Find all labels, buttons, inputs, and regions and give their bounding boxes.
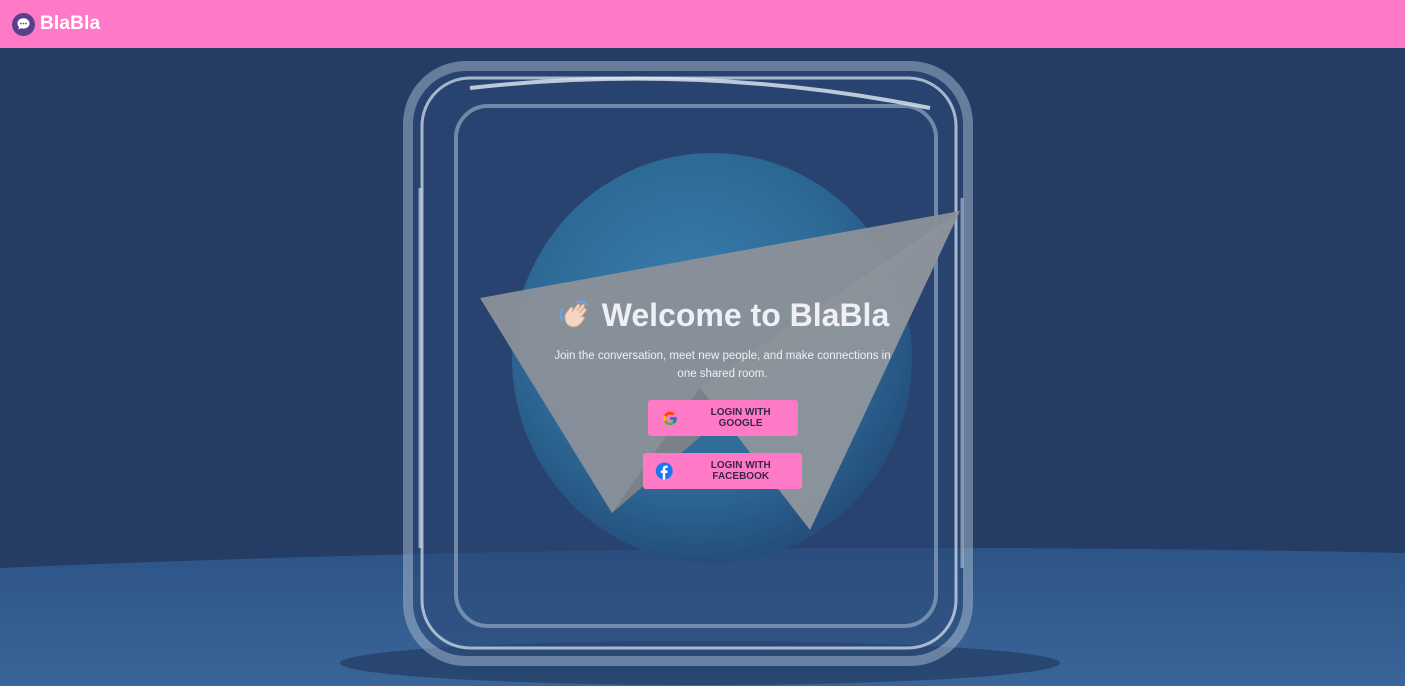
welcome-panel: Welcome to BlaBla Join the conversation,…	[520, 293, 925, 489]
login-google-label: LOGIN WITH GOOGLE	[710, 407, 771, 429]
waving-hand-icon	[559, 300, 588, 328]
login-google-button[interactable]: LOGIN WITH GOOGLE	[647, 400, 798, 436]
hero-section: Welcome to BlaBla Join the conversation,…	[0, 48, 1405, 686]
welcome-title-text: Welcome to BlaBla	[601, 297, 890, 333]
login-buttons: LOGIN WITH GOOGLE LOGIN WITH FACEBOOK	[520, 400, 925, 489]
welcome-title: Welcome to BlaBla	[520, 293, 925, 337]
facebook-icon	[655, 462, 673, 480]
top-navbar: BlaBla	[0, 0, 1405, 48]
chat-bubble-icon	[12, 12, 35, 36]
login-facebook-button[interactable]: LOGIN WITH FACEBOOK	[643, 453, 802, 489]
google-icon	[662, 411, 677, 425]
brand-link[interactable]: BlaBla	[12, 12, 101, 36]
login-facebook-label: LOGIN WITH FACEBOOK	[710, 460, 771, 482]
brand-name: BlaBla	[40, 13, 101, 34]
welcome-subtitle: Join the conversation, meet new people, …	[554, 350, 891, 380]
